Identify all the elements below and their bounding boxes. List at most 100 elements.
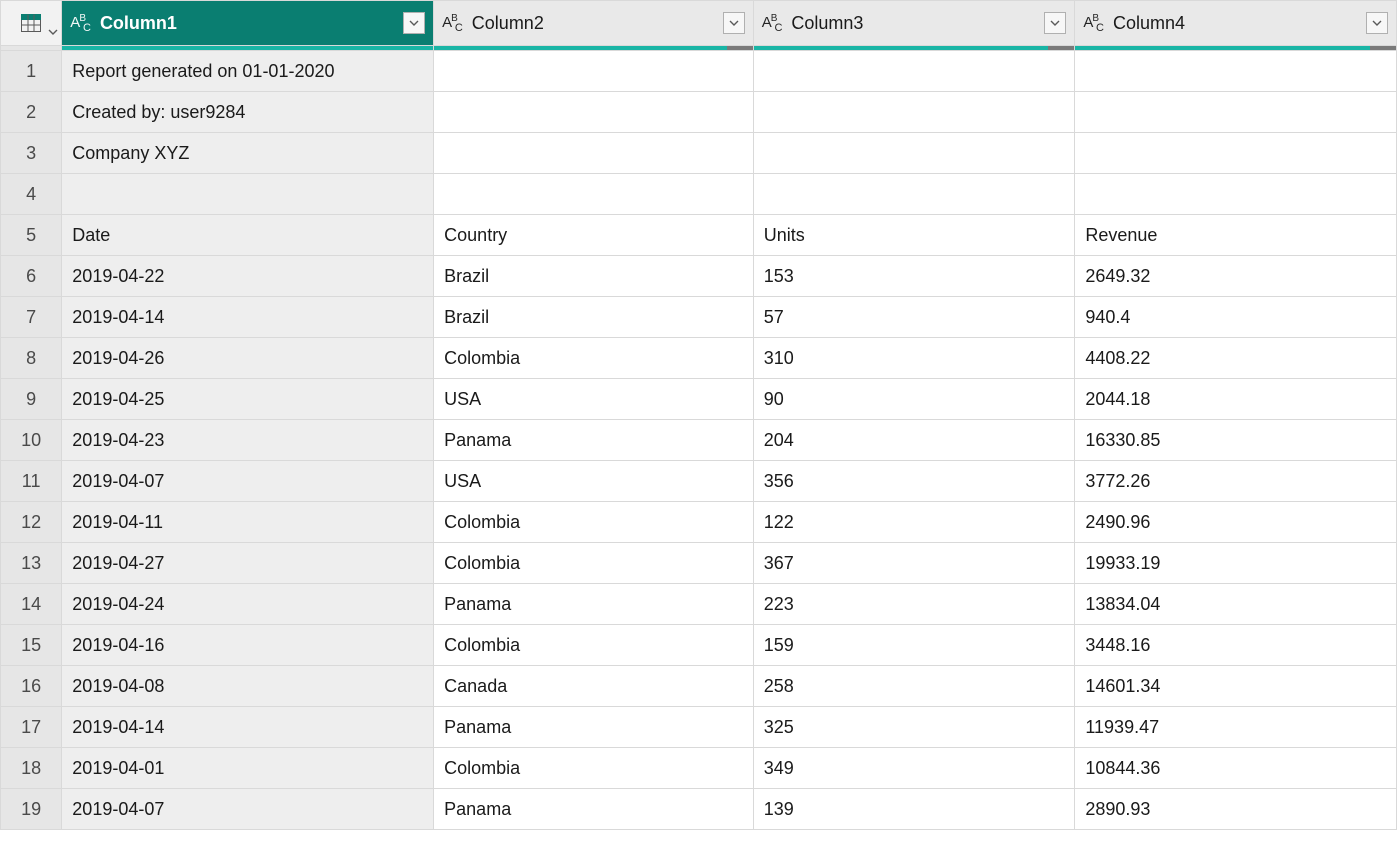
cell[interactable]: 2019-04-07 [62,789,434,830]
cell[interactable]: 2019-04-14 [62,707,434,748]
cell[interactable]: 3772.26 [1075,461,1397,502]
table-row[interactable]: 72019-04-14Brazil57940.4 [1,297,1397,338]
cell[interactable]: 2019-04-07 [62,461,434,502]
column-header-column2[interactable]: ABC Column2 [434,1,754,46]
cell[interactable]: 2019-04-11 [62,502,434,543]
cell[interactable]: 159 [753,625,1075,666]
cell[interactable]: 2019-04-14 [62,297,434,338]
cell[interactable]: 367 [753,543,1075,584]
cell[interactable]: 139 [753,789,1075,830]
cell[interactable]: Revenue [1075,215,1397,256]
table-row[interactable]: 192019-04-07Panama1392890.93 [1,789,1397,830]
cell[interactable]: 2890.93 [1075,789,1397,830]
column-filter-dropdown[interactable] [403,12,425,34]
cell[interactable]: 2649.32 [1075,256,1397,297]
cell[interactable]: Panama [434,789,754,830]
cell[interactable] [753,92,1075,133]
cell[interactable] [753,133,1075,174]
cell[interactable] [1075,92,1397,133]
table-row[interactable]: 172019-04-14Panama32511939.47 [1,707,1397,748]
cell[interactable] [434,174,754,215]
cell[interactable]: Colombia [434,338,754,379]
cell[interactable] [434,51,754,92]
cell[interactable]: Panama [434,420,754,461]
cell[interactable]: 122 [753,502,1075,543]
table-menu-dropdown[interactable] [48,21,58,42]
cell[interactable]: 4408.22 [1075,338,1397,379]
cell[interactable]: USA [434,379,754,420]
cell[interactable] [753,51,1075,92]
select-all-corner[interactable] [1,1,62,46]
table-row[interactable]: 5DateCountryUnitsRevenue [1,215,1397,256]
cell[interactable] [62,174,434,215]
cell[interactable]: 258 [753,666,1075,707]
cell[interactable]: 10844.36 [1075,748,1397,789]
cell[interactable]: Colombia [434,502,754,543]
cell[interactable]: 2019-04-26 [62,338,434,379]
cell[interactable]: 2019-04-24 [62,584,434,625]
row-number[interactable]: 18 [1,748,62,789]
row-number[interactable]: 14 [1,584,62,625]
table-row[interactable]: 82019-04-26Colombia3104408.22 [1,338,1397,379]
table-row[interactable]: 1Report generated on 01-01-2020 [1,51,1397,92]
cell[interactable]: Canada [434,666,754,707]
column-header-column1[interactable]: ABC Column1 [62,1,434,46]
row-number[interactable]: 19 [1,789,62,830]
table-row[interactable]: 92019-04-25USA902044.18 [1,379,1397,420]
table-row[interactable]: 2Created by: user9284 [1,92,1397,133]
table-row[interactable]: 182019-04-01Colombia34910844.36 [1,748,1397,789]
table-row[interactable]: 3Company XYZ [1,133,1397,174]
cell[interactable]: 2019-04-27 [62,543,434,584]
cell[interactable] [434,133,754,174]
cell[interactable]: 223 [753,584,1075,625]
row-number[interactable]: 13 [1,543,62,584]
row-number[interactable]: 4 [1,174,62,215]
cell[interactable] [753,174,1075,215]
cell[interactable]: USA [434,461,754,502]
cell[interactable]: 349 [753,748,1075,789]
cell[interactable]: 13834.04 [1075,584,1397,625]
column-filter-dropdown[interactable] [723,12,745,34]
row-number[interactable]: 2 [1,92,62,133]
cell[interactable]: 16330.85 [1075,420,1397,461]
cell[interactable]: Panama [434,584,754,625]
table-row[interactable]: 112019-04-07USA3563772.26 [1,461,1397,502]
cell[interactable]: Report generated on 01-01-2020 [62,51,434,92]
row-number[interactable]: 11 [1,461,62,502]
row-number[interactable]: 6 [1,256,62,297]
cell[interactable]: 2019-04-16 [62,625,434,666]
cell[interactable]: Units [753,215,1075,256]
table-row[interactable]: 162019-04-08Canada25814601.34 [1,666,1397,707]
cell[interactable]: Brazil [434,297,754,338]
cell[interactable]: 940.4 [1075,297,1397,338]
row-number[interactable]: 7 [1,297,62,338]
table-row[interactable]: 102019-04-23Panama20416330.85 [1,420,1397,461]
cell[interactable]: 356 [753,461,1075,502]
cell[interactable]: 2044.18 [1075,379,1397,420]
column-header-column4[interactable]: ABC Column4 [1075,1,1397,46]
cell[interactable]: 2019-04-01 [62,748,434,789]
table-row[interactable]: 62019-04-22Brazil1532649.32 [1,256,1397,297]
row-number[interactable]: 16 [1,666,62,707]
cell[interactable]: Colombia [434,625,754,666]
column-header-column3[interactable]: ABC Column3 [753,1,1075,46]
cell[interactable]: 153 [753,256,1075,297]
column-filter-dropdown[interactable] [1366,12,1388,34]
cell[interactable]: 2019-04-25 [62,379,434,420]
row-number[interactable]: 9 [1,379,62,420]
row-number[interactable]: 5 [1,215,62,256]
row-number[interactable]: 3 [1,133,62,174]
cell[interactable]: 310 [753,338,1075,379]
cell[interactable]: Colombia [434,543,754,584]
row-number[interactable]: 8 [1,338,62,379]
cell[interactable]: Country [434,215,754,256]
cell[interactable]: 14601.34 [1075,666,1397,707]
cell[interactable] [1075,51,1397,92]
row-number[interactable]: 12 [1,502,62,543]
table-row[interactable]: 132019-04-27Colombia36719933.19 [1,543,1397,584]
cell[interactable]: 3448.16 [1075,625,1397,666]
cell[interactable]: 325 [753,707,1075,748]
cell[interactable]: 11939.47 [1075,707,1397,748]
cell[interactable]: 90 [753,379,1075,420]
cell[interactable]: 204 [753,420,1075,461]
